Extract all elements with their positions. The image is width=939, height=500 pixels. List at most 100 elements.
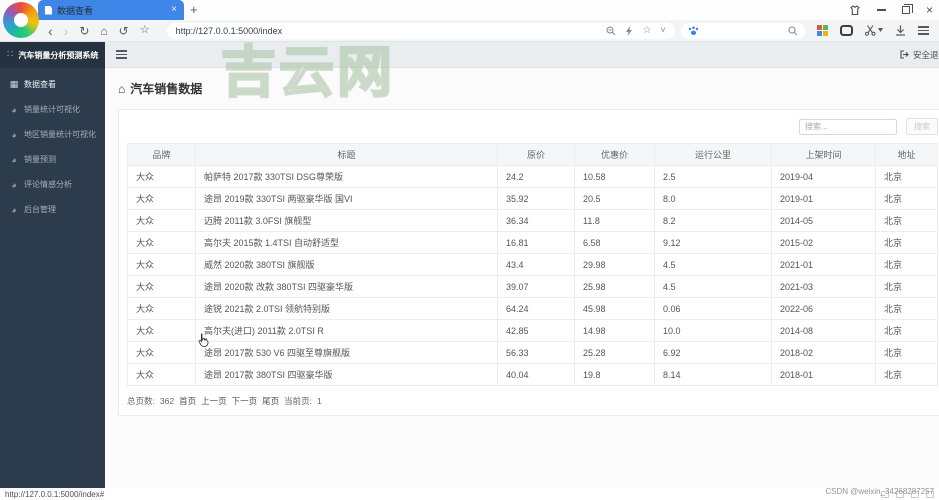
- pagination-link[interactable]: 下一页: [232, 395, 258, 407]
- sidebar-item[interactable]: ◕ 销量预测: [0, 147, 105, 172]
- sidebar-item-label: 后台管理: [24, 205, 56, 214]
- search-icon[interactable]: [788, 25, 798, 36]
- back-icon[interactable]: ‹: [48, 24, 53, 38]
- search-button[interactable]: 搜索: [906, 118, 938, 135]
- pagination-link[interactable]: 尾页: [262, 395, 279, 407]
- flash-icon[interactable]: [625, 25, 633, 36]
- table-cell: 2014-08: [771, 319, 876, 342]
- menu-icon[interactable]: [917, 24, 929, 37]
- table-cell: 25.28: [574, 341, 655, 364]
- table-cell: 途昂 2017款 530 V6 四驱至尊旗舰版: [195, 341, 498, 364]
- sales-table: 品牌 标题 原价 优惠价 运行公里 上架时间 地址 大众 帕萨特 2017款 330TSI D…: [127, 143, 938, 386]
- download-icon[interactable]: [895, 25, 906, 36]
- sidebar-item[interactable]: ◕ 评论情感分析: [0, 172, 105, 197]
- table-cell: 10.0: [654, 319, 772, 342]
- table-cell: 25.98: [574, 275, 655, 298]
- table-row: 大众 途昂 2020款 改款 380TSI 四驱豪华版 39.07 25.98 4.5 2…: [127, 275, 938, 298]
- pie-chart-icon: ◕: [11, 154, 17, 165]
- sidebar-item-label: 销量统计可视化: [24, 105, 80, 114]
- table-cell: 大众: [127, 253, 196, 276]
- table-cell: 北京: [875, 187, 938, 210]
- table-cell: 北京: [875, 275, 938, 298]
- table-header-cell: 运行公里: [654, 143, 772, 166]
- table-header-cell: 优惠价: [574, 143, 655, 166]
- favorite-star-icon[interactable]: ☆: [642, 25, 651, 36]
- table-row: 大众 高尔夫(进口) 2011款 2.0TSI R 42.85 14.98 10.0 20…: [127, 319, 938, 342]
- table-cell: 高尔夫(进口) 2011款 2.0TSI R: [195, 319, 498, 342]
- apps-grid-icon[interactable]: [816, 24, 828, 36]
- table-cell: 高尔夫 2015款 1.4TSI 自动舒适型: [195, 231, 498, 254]
- browser-chrome: 数据查看 × + × ‹ › ↻ ⌂ ↺ ☆ http://127.0.0.1:…: [0, 0, 939, 42]
- screenshot-frame-icon[interactable]: [839, 24, 853, 36]
- total-pages-label: 总页数:: [127, 396, 155, 406]
- tab-strip: 数据查看 × + ×: [0, 0, 939, 20]
- pagination-link[interactable]: 上一页: [201, 395, 227, 407]
- table-cell: 8.14: [654, 363, 772, 386]
- url-bar[interactable]: http://127.0.0.1:5000/index ☆ ˅: [166, 22, 675, 39]
- refresh-icon[interactable]: ↻: [79, 25, 89, 37]
- sidebar-item[interactable]: ◕ 地区销量统计可视化: [0, 122, 105, 147]
- table-row: 大众 帕萨特 2017款 330TSI DSG尊荣版 24.2 10.58 2.5 201…: [127, 165, 938, 188]
- table-cell: 14.98: [574, 319, 655, 342]
- zoom-icon[interactable]: [606, 25, 616, 36]
- restore-icon[interactable]: [901, 3, 914, 14]
- table-cell: 途昂 2017款 380TSI 四驱豪华版: [195, 363, 498, 386]
- search-input[interactable]: [799, 118, 897, 135]
- skin-icon[interactable]: [849, 4, 861, 16]
- tab-data-view[interactable]: 数据查看 ×: [38, 0, 184, 20]
- table-icon: ▦: [9, 79, 19, 89]
- table-cell: 2018-01: [771, 363, 876, 386]
- sidebar-header: ∷ 汽车销量分析预测系统: [0, 42, 105, 68]
- table-cell: 大众: [127, 363, 196, 386]
- tab-close-icon[interactable]: ×: [171, 5, 177, 15]
- bookmark-star-icon[interactable]: ☆: [140, 25, 150, 36]
- tab-title: 数据查看: [57, 5, 94, 16]
- table-cell: 大众: [127, 165, 196, 188]
- forward-icon[interactable]: ›: [64, 24, 69, 38]
- sign-out-icon: [900, 50, 909, 59]
- page-title: ⌂ 汽车销售数据: [118, 81, 203, 96]
- table-header-cell: 上架时间: [771, 143, 876, 166]
- table-cell: 36.34: [497, 209, 575, 232]
- table-cell: 途昂 2020款 改款 380TSI 四驱豪华版: [195, 275, 498, 298]
- sidebar-item[interactable]: ◕ 销量统计可视化: [0, 97, 105, 122]
- table-header-cell: 原价: [497, 143, 575, 166]
- pagination: 总页数: 362 首页 上一页 下一页 尾页 当前页: 1: [127, 395, 938, 407]
- table-cell: 北京: [875, 297, 938, 320]
- sidebar-item[interactable]: ▦ 数据查看: [0, 72, 105, 97]
- table-cell: 2019-01: [771, 187, 876, 210]
- window-controls: ×: [849, 0, 933, 20]
- browser-search-bar[interactable]: [680, 22, 805, 39]
- table-cell: 迈腾 2011款 3.0FSI 旗舰型: [195, 209, 498, 232]
- chevron-down-icon[interactable]: ˅: [660, 26, 665, 35]
- table-cell: 4.5: [654, 275, 772, 298]
- table-cell: 40.04: [497, 363, 575, 386]
- table-cell: 大众: [127, 275, 196, 298]
- table-row: 大众 高尔夫 2015款 1.4TSI 自动舒适型 16.81 6.58 9.12 201…: [127, 231, 938, 254]
- app-title: 汽车销量分析预测系统: [18, 50, 99, 60]
- home-icon[interactable]: ⌂: [100, 25, 107, 37]
- undo-icon[interactable]: ↺: [119, 25, 129, 37]
- sidebar-toggle-icon[interactable]: [116, 48, 127, 61]
- sidebar-item[interactable]: ◕ 后台管理: [0, 197, 105, 222]
- table-cell: 大众: [127, 187, 196, 210]
- close-icon[interactable]: ×: [926, 4, 933, 16]
- table-cell: 35.92: [497, 187, 575, 210]
- minimize-icon[interactable]: [876, 9, 886, 11]
- scissors-icon[interactable]: [864, 25, 883, 36]
- table-cell: 39.07: [497, 275, 575, 298]
- table-cell: 大众: [127, 297, 196, 320]
- table-cell: 2022-06: [771, 297, 876, 320]
- table-cell: 11.8: [574, 209, 655, 232]
- new-tab-button[interactable]: +: [190, 2, 198, 17]
- sidebar-item-label: 销量预测: [24, 155, 56, 164]
- total-pages-value: 362: [159, 396, 175, 406]
- table-cell: 2018-02: [771, 341, 876, 364]
- table-cell: 途锐 2021款 2.0TSI 领航特别版: [195, 297, 498, 320]
- sidebar-menu: ▦ 数据查看 ◕ 销量统计可视化 ◕ 地区销量统计可视化 ◕ 销量预测 ◕ 评论情感分析 ◕ 后台管理: [0, 72, 105, 222]
- table-cell: 2021-01: [771, 253, 876, 276]
- logout-button[interactable]: 安全退出: [900, 49, 939, 61]
- table-cell: 威然 2020款 380TSI 旗舰版: [195, 253, 498, 276]
- table-row: 大众 威然 2020款 380TSI 旗舰版 43.4 29.98 4.5 2021-01…: [127, 253, 938, 276]
- pagination-link[interactable]: 首页: [179, 395, 196, 407]
